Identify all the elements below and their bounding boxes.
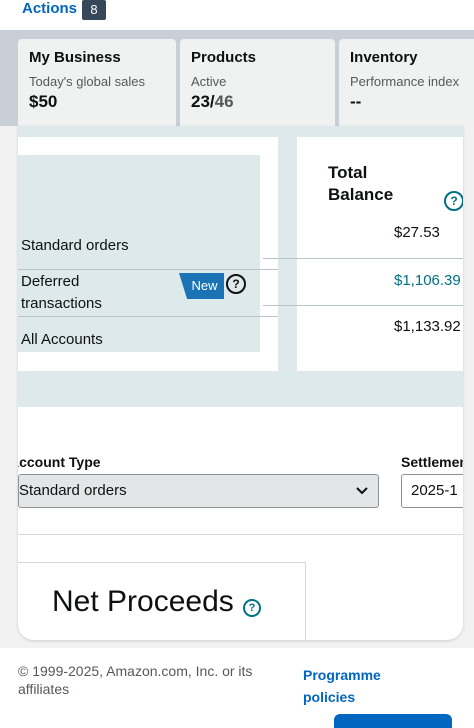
- settlement-label: Settlement: [401, 454, 463, 470]
- section-divider: [18, 534, 463, 535]
- account-type-select[interactable]: Standard orders: [18, 474, 379, 508]
- total-title-line2: Balance: [328, 185, 394, 204]
- amount-all-accounts: $1,133.92: [394, 318, 461, 335]
- row-label-deferred-line2: transactions: [21, 295, 102, 312]
- card-value: 23/46: [191, 92, 335, 112]
- copyright-text: © 1999-2025, Amazon.com, Inc. or its aff…: [18, 663, 253, 697]
- row-divider: [18, 269, 278, 270]
- card-value: --: [350, 92, 362, 111]
- programme-policies-link[interactable]: Programme policies: [303, 664, 423, 708]
- footer: © 1999-2025, Amazon.com, Inc. or its aff…: [0, 648, 474, 728]
- help-icon[interactable]: ?: [444, 191, 463, 211]
- footer-button[interactable]: [334, 714, 452, 728]
- account-type-label: Account Type: [18, 454, 101, 470]
- balance-section: Standard orders Deferred transactions Ne…: [18, 126, 463, 407]
- summary-cards-strip: My Business Today's global sales $50 Pro…: [0, 30, 474, 126]
- chevron-down-icon: [356, 475, 368, 507]
- actions-link[interactable]: Actions: [22, 0, 77, 17]
- row-divider: [297, 258, 463, 259]
- row-label-deferred-line1: Deferred: [21, 273, 80, 290]
- card-value: $50: [29, 92, 58, 111]
- actions-bar: Actions 8: [0, 0, 474, 30]
- balance-labels-panel: Standard orders Deferred transactions Ne…: [18, 137, 278, 371]
- total-balance-panel: Total Balance ? $27.53 $1,106.39 $1,133.…: [297, 137, 463, 371]
- card-subtitle: Active: [191, 74, 227, 89]
- row-divider: [18, 316, 278, 317]
- main-sheet: Standard orders Deferred transactions Ne…: [18, 126, 463, 640]
- net-proceeds-card: Net Proceeds ?: [18, 562, 306, 640]
- active-count: 23: [191, 92, 210, 111]
- card-title: Inventory: [350, 49, 418, 66]
- net-proceeds-title: Net Proceeds: [52, 585, 234, 618]
- total-count: 46: [214, 92, 234, 111]
- amount-standard-orders: $27.53: [394, 224, 440, 241]
- total-title-line1: Total: [328, 163, 368, 182]
- row-label-all-accounts: All Accounts: [21, 331, 103, 348]
- card-subtitle: Performance index: [350, 74, 460, 89]
- amount-deferred-transactions[interactable]: $1,106.39: [394, 272, 461, 289]
- actions-count-badge: 8: [82, 0, 106, 20]
- card-inventory[interactable]: Inventory Performance index --: [339, 39, 474, 126]
- card-title: My Business: [29, 49, 121, 66]
- help-icon[interactable]: ?: [243, 599, 261, 617]
- card-title: Products: [191, 49, 257, 66]
- card-subtitle: Today's global sales: [29, 74, 145, 89]
- total-balance-title: Total Balance: [328, 162, 393, 206]
- filter-section: Account Type Standard orders Settlement …: [18, 407, 463, 535]
- account-type-value: Standard orders: [19, 482, 127, 499]
- settlement-date-input[interactable]: 2025-1: [401, 474, 463, 508]
- card-products[interactable]: Products Active 23/46: [180, 39, 335, 126]
- help-icon[interactable]: ?: [226, 274, 246, 294]
- card-my-business[interactable]: My Business Today's global sales $50: [18, 39, 176, 126]
- row-label-standard-orders: Standard orders: [21, 237, 129, 254]
- row-divider: [297, 305, 463, 306]
